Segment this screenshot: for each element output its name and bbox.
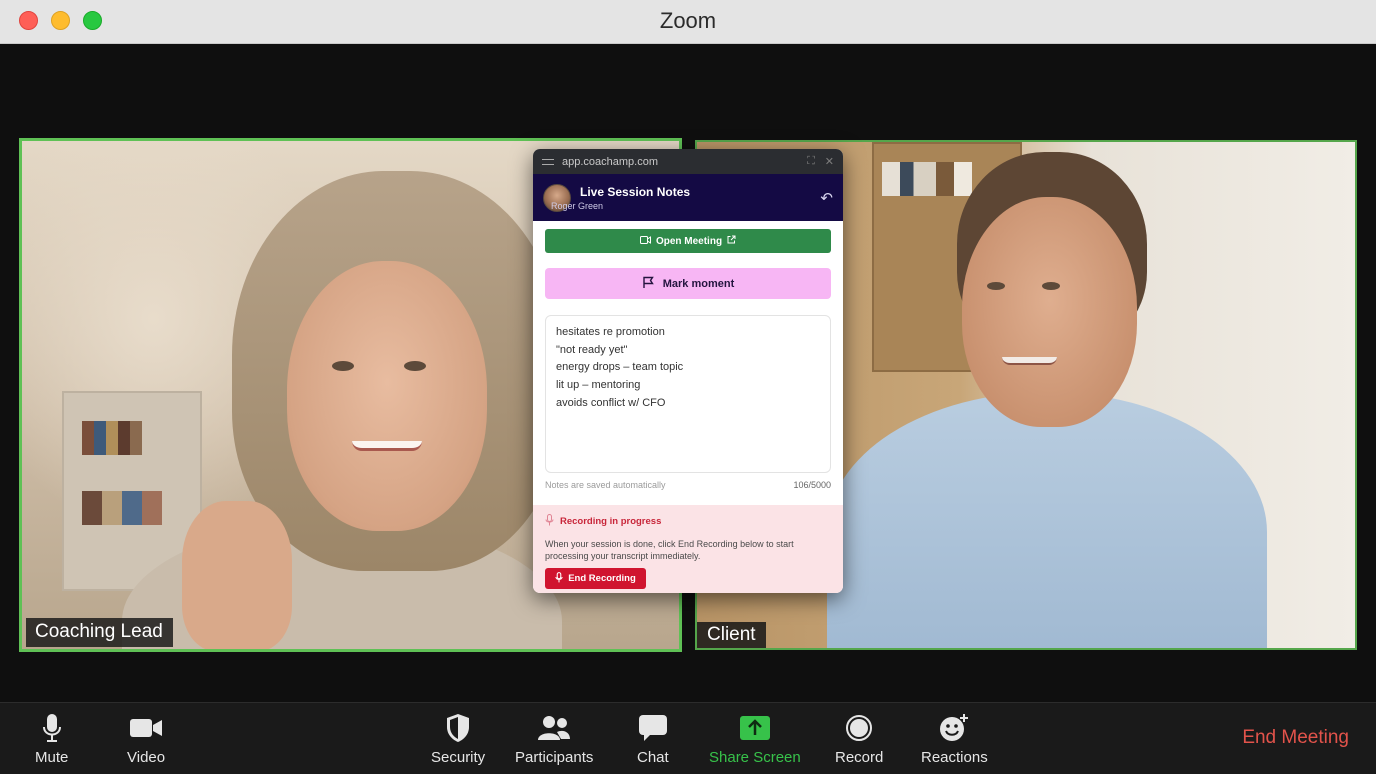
security-label: Security [431, 749, 486, 766]
mark-moment-button[interactable]: Mark moment [545, 268, 831, 299]
eye-decor [1042, 282, 1060, 290]
window-titlebar: Zoom [0, 0, 1376, 44]
chat-label: Chat [637, 749, 669, 766]
emoji-add-icon [939, 709, 969, 747]
coachamp-popup: app.coachamp.com ⛶ ✕ Live Session Notes … [533, 149, 843, 593]
popup-user-name: Roger Green [551, 200, 604, 211]
participant-name-tag: Client [697, 622, 766, 648]
recording-panel: Recording in progress When your session … [533, 505, 843, 593]
external-link-icon [727, 235, 736, 247]
open-meeting-button[interactable]: Open Meeting [545, 229, 831, 253]
shield-icon [445, 709, 471, 747]
microphone-icon [42, 709, 62, 747]
books-decor [82, 491, 162, 525]
popup-url-bar: app.coachamp.com ⛶ ✕ [533, 149, 843, 174]
notes-textarea[interactable]: hesitates re promotion "not ready yet" e… [545, 315, 831, 473]
popup-header: Live Session Notes Roger Green ↶ [533, 174, 843, 221]
reactions-label: Reactions [921, 749, 988, 766]
record-label: Record [835, 749, 884, 766]
mark-moment-label: Mark moment [662, 277, 735, 290]
end-meeting-button[interactable]: End Meeting [1242, 727, 1349, 749]
participants-icon [537, 709, 571, 747]
popup-url: app.coachamp.com [562, 155, 658, 168]
record-icon [845, 709, 873, 747]
recording-status: Recording in progress [560, 516, 662, 527]
participants-button[interactable]: Participants [515, 709, 593, 766]
note-line: hesitates re promotion [556, 326, 665, 338]
window-title: Zoom [659, 8, 717, 33]
meeting-toolbar: Mute Video Security Participants Chat Sh… [0, 702, 1376, 774]
books-decor [882, 162, 972, 196]
flag-icon [642, 276, 655, 292]
security-button[interactable]: Security [431, 709, 485, 766]
video-stage: Coaching Lead Client app.coachamp.com ⛶ … [0, 44, 1376, 702]
eye-decor [404, 361, 426, 371]
record-button[interactable]: Record [835, 709, 883, 766]
microphone-icon [545, 514, 554, 529]
end-recording-button[interactable]: End Recording [545, 568, 646, 589]
note-line: avoids conflict w/ CFO [556, 396, 666, 409]
participants-label: Participants [515, 749, 594, 766]
character-count: 106/5000 [793, 480, 831, 490]
recording-description: When your session is done, click End Rec… [545, 539, 794, 561]
video-button[interactable]: Video [127, 709, 165, 766]
eye-decor [987, 282, 1005, 290]
video-camera-icon [129, 709, 163, 747]
share-screen-button[interactable]: Share Screen [709, 709, 801, 766]
video-label: Video [127, 749, 166, 766]
chat-bubble-icon [638, 709, 668, 747]
open-meeting-label: Open Meeting [655, 235, 723, 247]
microphone-icon [555, 571, 563, 586]
mute-label: Mute [35, 749, 69, 766]
participant-name-tag: Coaching Lead [26, 618, 173, 647]
note-line: "not ready yet" [556, 343, 628, 356]
mouth-decor [352, 441, 422, 451]
popup-title: Live Session Notes [580, 184, 691, 199]
autosave-text: Notes are saved automatically [545, 480, 666, 490]
person-face [287, 261, 487, 531]
end-recording-label: End Recording [568, 573, 636, 584]
mute-button[interactable]: Mute [35, 709, 68, 766]
notes-footer: Notes are saved automatically 106/5000 [545, 480, 831, 490]
note-line: energy drops – team topic [556, 361, 684, 374]
person-hand [182, 501, 292, 649]
person-face [962, 197, 1137, 427]
mouth-decor [1002, 357, 1057, 365]
video-camera-icon [639, 235, 651, 247]
share-screen-label: Share Screen [709, 749, 801, 766]
back-arrow-icon[interactable]: ↶ [820, 189, 833, 207]
close-icon[interactable]: ✕ [825, 155, 834, 168]
site-settings-icon[interactable] [542, 157, 554, 167]
eye-decor [332, 361, 354, 371]
expand-icon[interactable]: ⛶ [807, 155, 815, 168]
reactions-button[interactable]: Reactions [921, 709, 988, 766]
share-screen-icon [739, 709, 771, 747]
note-line: lit up – mentoring [556, 379, 641, 392]
books-decor [82, 421, 142, 455]
chat-button[interactable]: Chat [637, 709, 669, 766]
